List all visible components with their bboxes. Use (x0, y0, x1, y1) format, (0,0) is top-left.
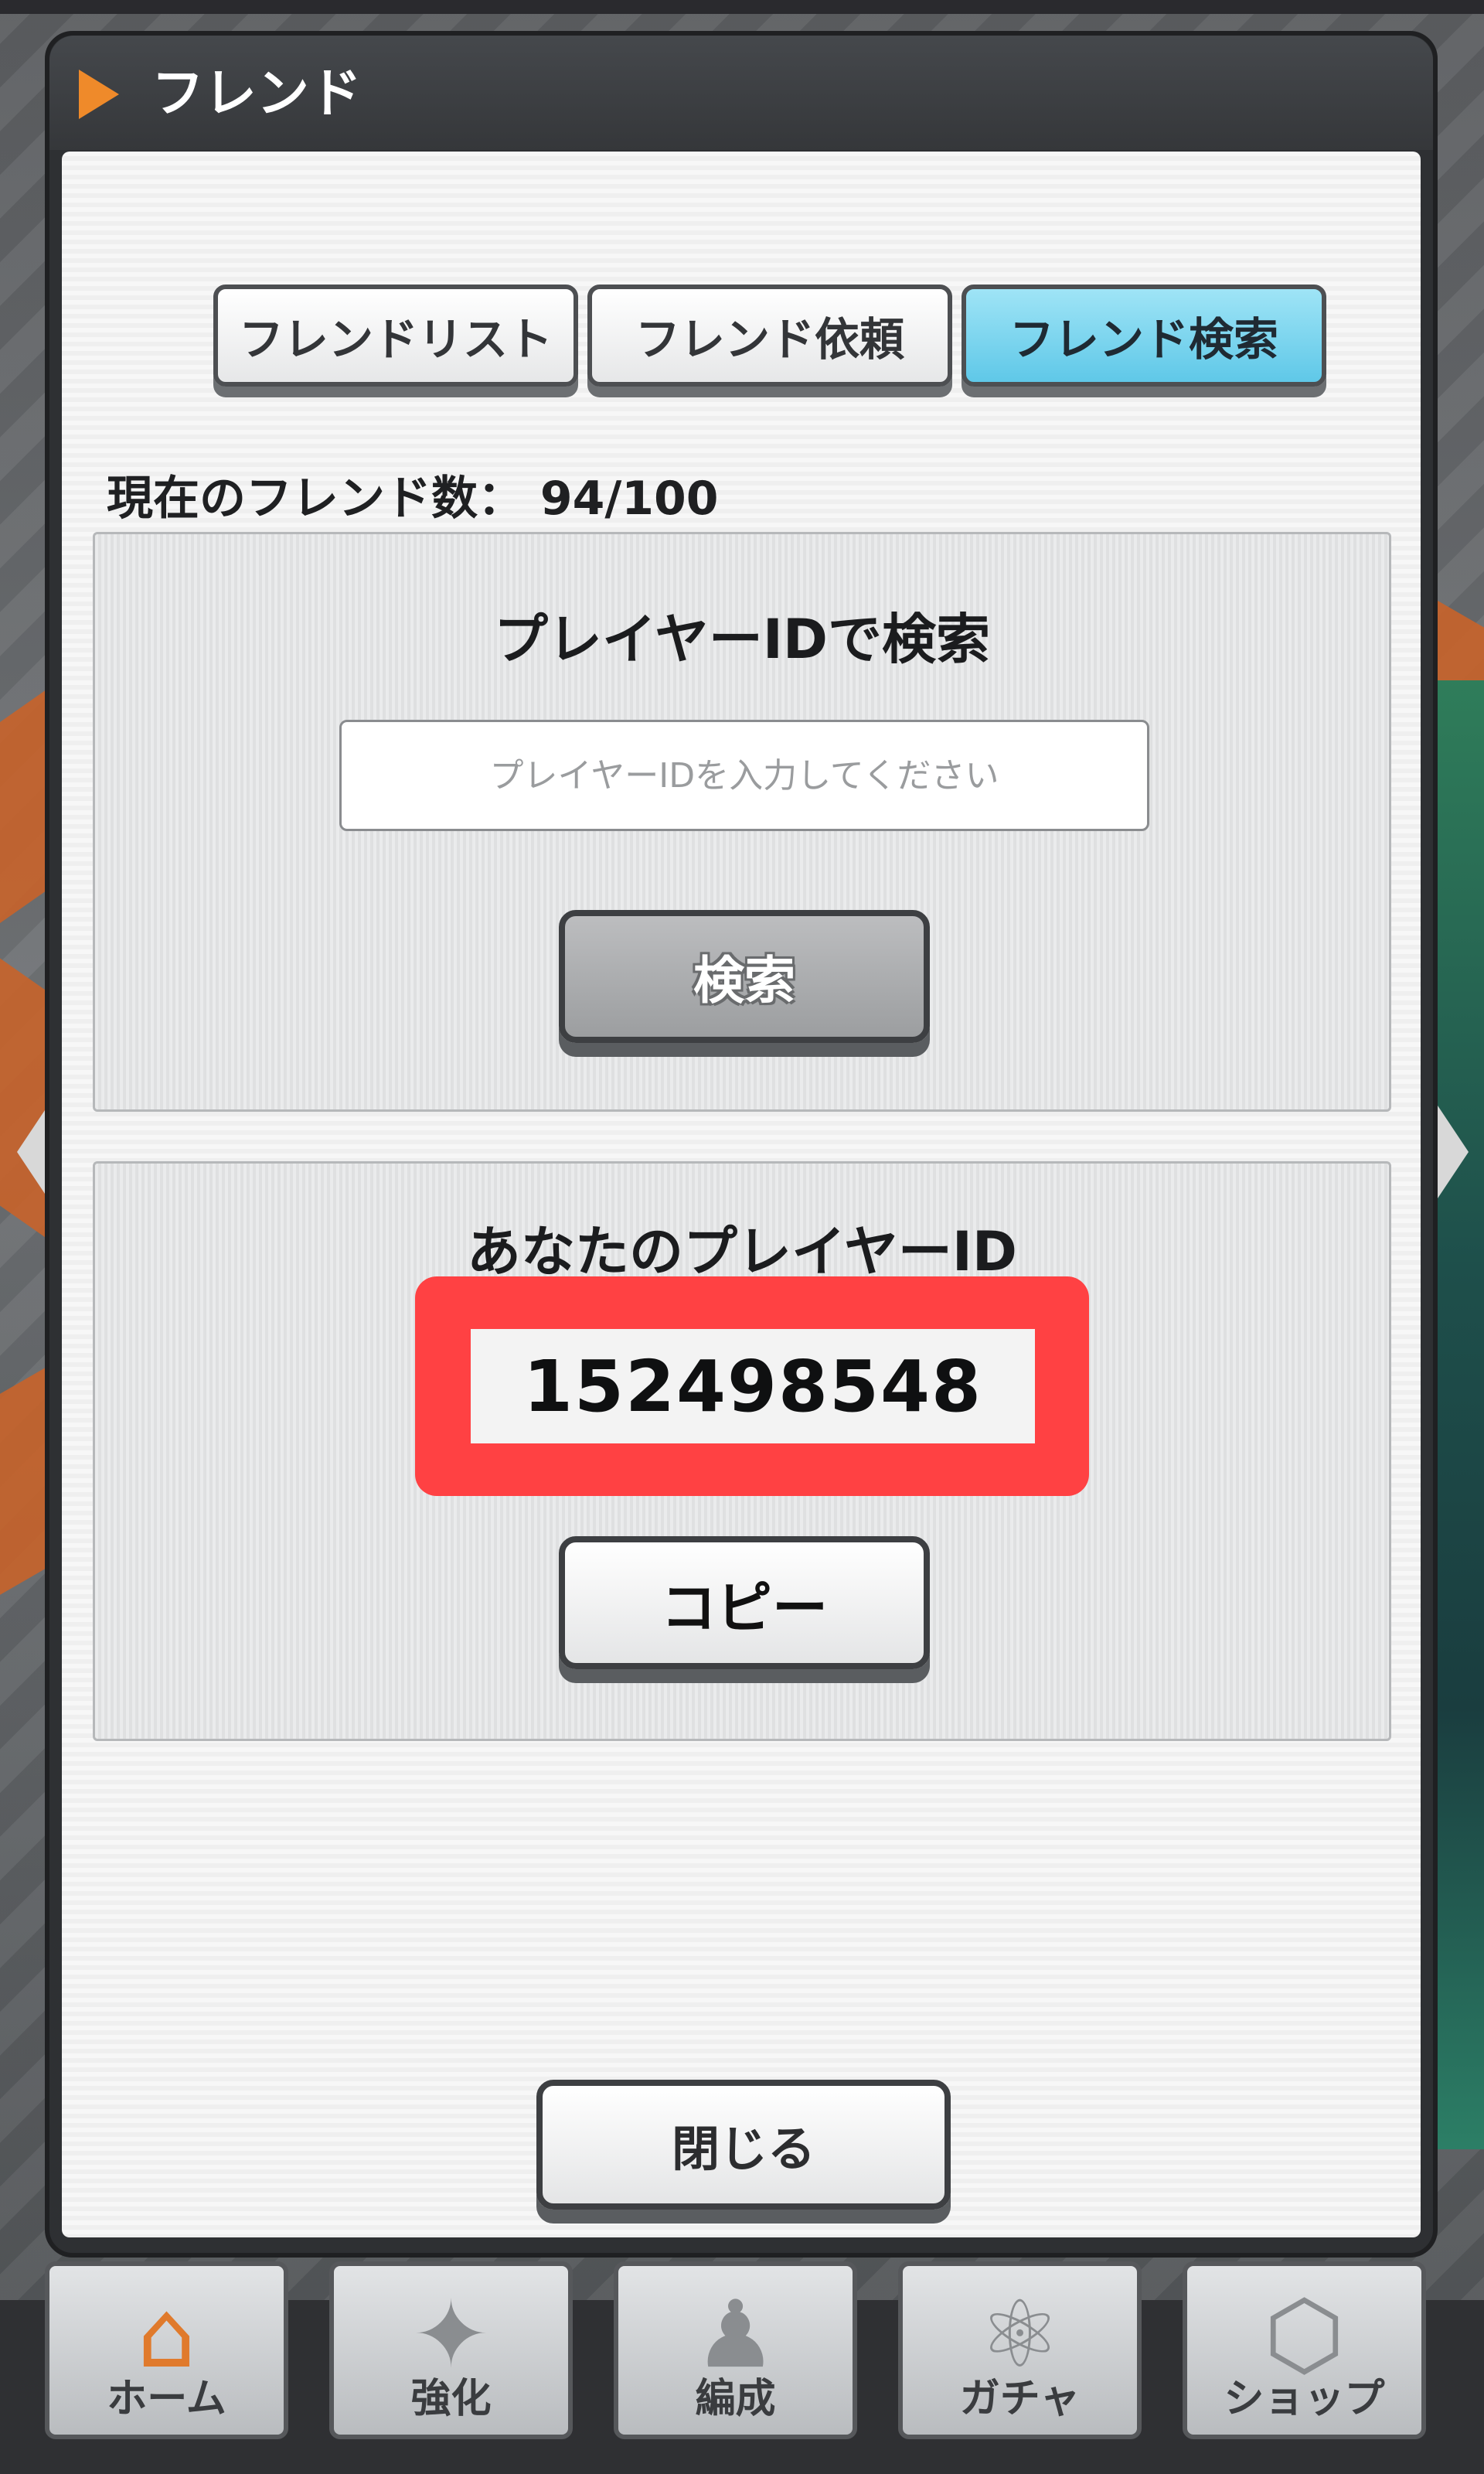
page-right-arrow-icon (1438, 1106, 1469, 1198)
copy-button[interactable]: コピー (559, 1536, 930, 1669)
background-character (1430, 680, 1484, 2149)
tab-friend-list[interactable]: フレンドリスト (213, 285, 578, 387)
close-button[interactable]: 閉じる (536, 2080, 951, 2210)
nav-home-label: ホーム (107, 2376, 226, 2422)
top-status-bar (0, 0, 1484, 14)
friend-count-label: 現在のフレンド数： 94/100 (107, 472, 719, 526)
dialog-title: フレンド (151, 63, 362, 124)
search-button[interactable]: 検索 (559, 910, 930, 1043)
nav-team-label: 編成 (695, 2376, 776, 2422)
player-id-search-input[interactable] (339, 720, 1149, 831)
my-id-panel: あなたのプレイヤーID 152498548 コピー (93, 1161, 1391, 1741)
search-panel: プレイヤーIDで検索 検索 (93, 532, 1391, 1112)
nav-gacha-button[interactable]: ⚛ ガチャ (898, 2261, 1142, 2439)
nav-shop-button[interactable]: ⬡ ショップ (1183, 2261, 1426, 2439)
dialog-header: フレンド (49, 36, 1433, 150)
search-heading: プレイヤーIDで検索 (493, 608, 991, 671)
nav-gacha-label: ガチャ (959, 2376, 1081, 2422)
page-left-arrow-icon (17, 1106, 48, 1198)
tab-friend-search[interactable]: フレンド検索 (962, 285, 1326, 387)
nav-shop-label: ショップ (1224, 2376, 1385, 2422)
nav-team-button[interactable]: ♟ 編成 (614, 2261, 857, 2439)
tab-friend-requests[interactable]: フレンド依頼 (587, 285, 952, 387)
nav-powerup-label: 強化 (410, 2376, 492, 2422)
nav-powerup-button[interactable]: ✦ 強化 (329, 2261, 573, 2439)
friend-dialog: フレンド フレンドリスト フレンド依頼 フレンド検索 現在のフレンド数： 94/… (45, 31, 1438, 2258)
dialog-body: フレンドリスト フレンド依頼 フレンド検索 現在のフレンド数： 94/100 プ… (62, 152, 1421, 2237)
player-id-value: 152498548 (471, 1329, 1035, 1443)
play-arrow-icon (79, 70, 119, 119)
nav-home-button[interactable]: ⌂ ホーム (45, 2261, 288, 2439)
my-id-heading: あなたのプレイヤーID (466, 1220, 1018, 1283)
